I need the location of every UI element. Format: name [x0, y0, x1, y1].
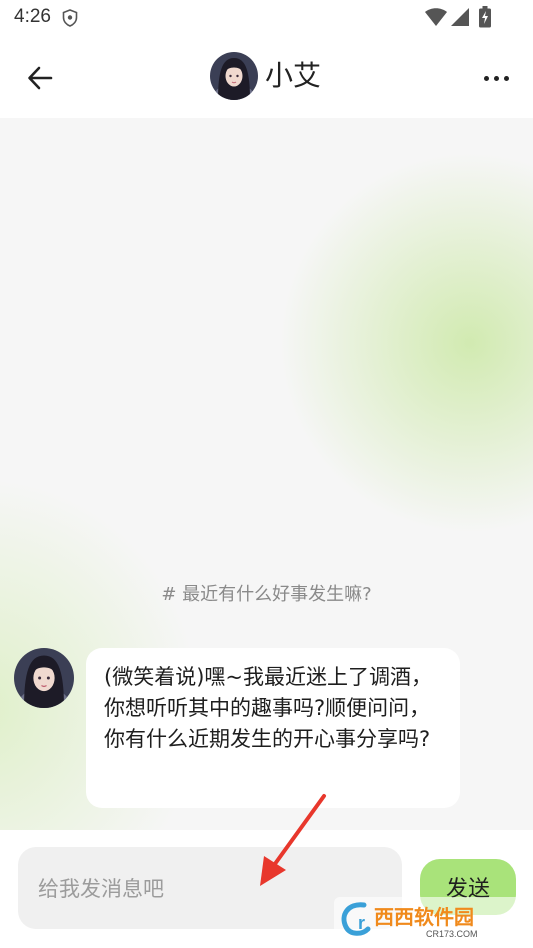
wifi-icon [425, 8, 447, 26]
watermark-icon: r 西西软件园 CR173.COM [334, 897, 524, 939]
watermark-url: CR173.COM [426, 929, 478, 939]
more-horizontal-icon [493, 75, 499, 81]
more-horizontal-icon [503, 75, 509, 81]
back-button[interactable] [20, 58, 60, 98]
chat-area[interactable]: # 最近有什么好事发生嘛? (微笑着说)嘿~我最近迷上了调酒，你想听听其中的趣事… [0, 118, 533, 830]
more-horizontal-icon [483, 75, 489, 81]
more-button[interactable] [474, 58, 518, 98]
topic-label: # 最近有什么好事发生嘛? [161, 584, 372, 605]
battery-icon [479, 6, 491, 28]
watermark-text: 西西软件园 [374, 905, 474, 929]
shield-icon [62, 9, 78, 27]
svg-text:r: r [358, 913, 365, 933]
status-time: 4:26 [14, 6, 51, 27]
watermark-logo: r 西西软件园 CR173.COM [334, 895, 524, 941]
status-bar: 4:26 [0, 0, 533, 36]
annotation-arrow-icon [260, 794, 326, 886]
signal-icon [451, 8, 469, 26]
avatar-image [14, 648, 74, 708]
avatar[interactable] [210, 52, 258, 100]
app-header: 小艾 [0, 36, 533, 118]
message-bubble[interactable]: (微笑着说)嘿~我最近迷上了调酒，你想听听其中的趣事吗?顺便问问，你有什么近期发… [86, 648, 460, 808]
avatar-image [210, 52, 258, 100]
message-avatar[interactable] [14, 648, 74, 708]
arrow-left-icon [28, 66, 53, 90]
page-title: 小艾 [265, 59, 322, 92]
